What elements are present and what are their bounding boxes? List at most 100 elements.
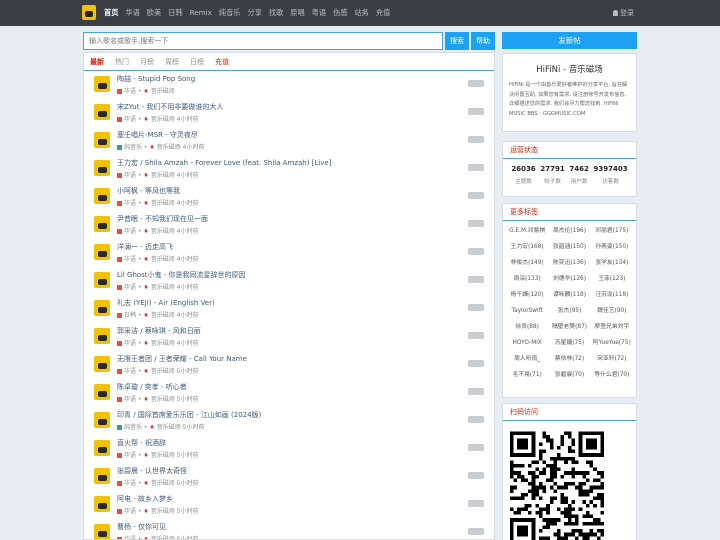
tag-link[interactable]: 陈奕迅(136) — [548, 257, 590, 269]
thread-category[interactable]: 日韩 — [124, 312, 136, 319]
thread-row[interactable]: Lil Ghost小鬼 - 你是我同流星辞世的原因 华语 • ♦ 音乐磁场 4小时… — [84, 267, 494, 295]
thread-author[interactable]: 音乐磁场 — [151, 536, 175, 539]
avatar[interactable] — [94, 300, 110, 316]
thread-row[interactable]: 阿电 - 故乡入梦乡 华语 • ♦ 音乐磁场 5小时前 — [84, 491, 494, 519]
nav-item-site-affairs[interactable]: 站务 — [354, 8, 368, 17]
avatar[interactable] — [94, 384, 110, 400]
thread-author[interactable]: 音乐磁场 — [151, 88, 175, 95]
thread-title[interactable]: 宋ZYut - 我们不用非要做谁的大人 — [117, 102, 223, 112]
avatar[interactable] — [94, 76, 110, 92]
thread-author[interactable]: 音乐磁场 — [157, 424, 181, 431]
thread-category[interactable]: 纯音乐 — [124, 144, 142, 151]
thread-category[interactable]: 华语 — [124, 256, 136, 263]
thread-category[interactable]: 华语 — [124, 536, 136, 539]
thread-title[interactable]: 阿电 - 故乡入梦乡 — [117, 494, 173, 504]
tag-link[interactable]: 杨千嬅(120) — [506, 289, 548, 301]
thread-category[interactable]: 华语 — [124, 88, 136, 95]
tag-link[interactable]: 谭咏麟(118) — [548, 289, 590, 301]
avatar[interactable] — [94, 328, 110, 344]
nav-item-chinese[interactable]: 华语 — [125, 8, 139, 17]
thread-title[interactable]: 印青 / 国际首席爱乐乐团 - 江山如画 (2024版) — [117, 410, 261, 420]
tab-weekly[interactable]: 周榜 — [165, 53, 179, 71]
avatar[interactable] — [94, 440, 110, 456]
tag-link[interactable]: 苏星婕(75) — [548, 337, 590, 349]
tag-link[interactable]: 毛不易(71) — [506, 369, 548, 381]
thread-row[interactable]: 直火帮 - 祝酒辞 华语 • ♦ 音乐磁场 5小时前 — [84, 435, 494, 463]
login-link[interactable]: 登录 — [613, 8, 634, 18]
thread-author[interactable]: 音乐磁场 — [151, 396, 175, 403]
thread-category[interactable]: 华语 — [124, 480, 136, 487]
thread-category[interactable]: 华语 — [124, 452, 136, 459]
thread-row[interactable]: 曹杨 - 仅你可见 华语 • ♦ 音乐磁场 5小时前 — [84, 519, 494, 539]
nav-item-cantonese[interactable]: 粤语 — [312, 8, 326, 17]
nav-item-find-song[interactable]: 找歌 — [269, 8, 283, 17]
thread-author[interactable]: 音乐磁场 — [157, 144, 181, 151]
tag-link[interactable]: G.E.M.邓紫棋 — [506, 225, 548, 237]
thread-row[interactable]: 尹昔眠 - 不知我们现在见一面 华语 • ♦ 音乐磁场 4小时前 — [84, 211, 494, 239]
tag-link[interactable]: 宋亚轩(72) — [591, 353, 633, 365]
tab-hot[interactable]: 热门 — [115, 53, 129, 71]
thread-author[interactable]: 音乐磁场 — [151, 256, 175, 263]
thread-title[interactable]: 直火帮 - 祝酒辞 — [117, 438, 166, 448]
thread-author[interactable]: 音乐磁场 — [151, 228, 175, 235]
avatar[interactable] — [94, 356, 110, 372]
avatar[interactable] — [94, 216, 110, 232]
tag-link[interactable]: 周杰伦(196) — [548, 225, 590, 237]
thread-title[interactable]: 郭采洁 / 蔡咏琪 - 风和日丽 — [117, 326, 201, 336]
avatar[interactable] — [94, 272, 110, 288]
thread-title[interactable]: 礼志 (YEJI) - Air (English Ver) — [117, 298, 215, 308]
thread-title[interactable]: 塞壬唱片-MSR - 守灵夜尽 — [117, 130, 198, 140]
tag-link[interactable]: 林俊杰(149) — [506, 257, 548, 269]
nav-item-share[interactable]: 分享 — [248, 8, 262, 17]
tag-link[interactable]: 张韶涵(150) — [548, 241, 590, 253]
tab-latest[interactable]: 最新 — [90, 53, 104, 71]
thread-title[interactable]: 曹杨 - 仅你可见 — [117, 522, 166, 532]
avatar[interactable] — [94, 468, 110, 484]
avatar[interactable] — [94, 160, 110, 176]
thread-title[interactable]: 小阿枫 - 等风也等我 — [117, 186, 180, 196]
tag-link[interactable]: 张学友(134) — [591, 257, 633, 269]
thread-row[interactable]: 张碧晨 - 认世界太奇怪 华语 • ♦ 音乐磁场 5小时前 — [84, 463, 494, 491]
thread-title[interactable]: 洋澜一 - 迈走高飞 — [117, 242, 173, 252]
avatar[interactable] — [94, 104, 110, 120]
tag-link[interactable]: 王力宏(168) — [506, 241, 548, 253]
thread-category[interactable]: 华语 — [124, 228, 136, 235]
thread-title[interactable]: 陶喆 - Stupid Pop Song — [117, 74, 195, 84]
thread-title[interactable]: 张碧晨 - 认世界太奇怪 — [117, 466, 187, 476]
thread-author[interactable]: 音乐磁场 — [151, 284, 175, 291]
help-button[interactable]: 帮助 — [471, 32, 495, 50]
thread-category[interactable]: 华语 — [124, 200, 136, 207]
tag-link[interactable]: TaylorSwift — [506, 305, 548, 317]
thread-author[interactable]: 音乐磁场 — [151, 452, 175, 459]
thread-row[interactable]: 小阿枫 - 等风也等我 华语 • ♦ 音乐磁场 4小时前 — [84, 183, 494, 211]
thread-author[interactable]: 音乐磁场 — [151, 340, 175, 347]
thread-author[interactable]: 音乐磁场 — [151, 172, 175, 179]
thread-category[interactable]: 纯音乐 — [124, 424, 142, 431]
avatar[interactable] — [94, 244, 110, 260]
thread-row[interactable]: 无限王者团 / 王者荣耀 - Call Your Name 华语 • ♦ 音乐磁场… — [84, 351, 494, 379]
thread-title[interactable]: 王力宏 / Shila Amzah - Forever Love (feat. … — [117, 158, 331, 168]
tag-link[interactable]: 孙燕姿(150) — [591, 241, 633, 253]
tag-link[interactable]: 张杰(95) — [548, 305, 590, 317]
thread-title[interactable]: 陈卓璇 / 奕孝 - 听心者 — [117, 382, 187, 392]
nav-item-recharge[interactable]: 充值 — [376, 8, 390, 17]
tag-link[interactable]: 隔壁老樊(87) — [548, 321, 590, 333]
thread-category[interactable]: 华语 — [124, 508, 136, 515]
thread-row[interactable]: 王力宏 / Shila Amzah - Forever Love (feat. … — [84, 155, 494, 183]
tag-link[interactable]: 等什么君(70) — [591, 369, 633, 381]
site-logo[interactable] — [82, 5, 96, 20]
avatar[interactable] — [94, 524, 110, 539]
thread-row[interactable]: 宋ZYut - 我们不用非要做谁的大人 华语 • ♦ 音乐磁场 4小时前 — [84, 99, 494, 127]
nav-item-western[interactable]: 欧美 — [147, 8, 161, 17]
tag-link[interactable]: 徐良(88) — [506, 321, 548, 333]
thread-row[interactable]: 礼志 (YEJI) - Air (English Ver) 日韩 • ♦ 音乐磁场… — [84, 295, 494, 323]
nav-item-instrumental[interactable]: 纯音乐 — [219, 8, 241, 17]
new-post-button[interactable]: 发新帖 — [502, 32, 637, 49]
thread-category[interactable]: 华语 — [124, 368, 136, 375]
nav-item-sad[interactable]: 伤感 — [333, 8, 347, 17]
thread-row[interactable]: 塞壬唱片-MSR - 守灵夜尽 纯音乐 • ♦ 音乐磁场 4小时前 — [84, 127, 494, 155]
thread-row[interactable]: 印青 / 国际首席爱乐乐团 - 江山如画 (2024版) 纯音乐 • ♦ 音乐磁场… — [84, 407, 494, 435]
tag-link[interactable]: 阿YueYue(75) — [591, 337, 633, 349]
thread-category[interactable]: 华语 — [124, 284, 136, 291]
nav-item-home[interactable]: 首页 — [104, 8, 118, 17]
